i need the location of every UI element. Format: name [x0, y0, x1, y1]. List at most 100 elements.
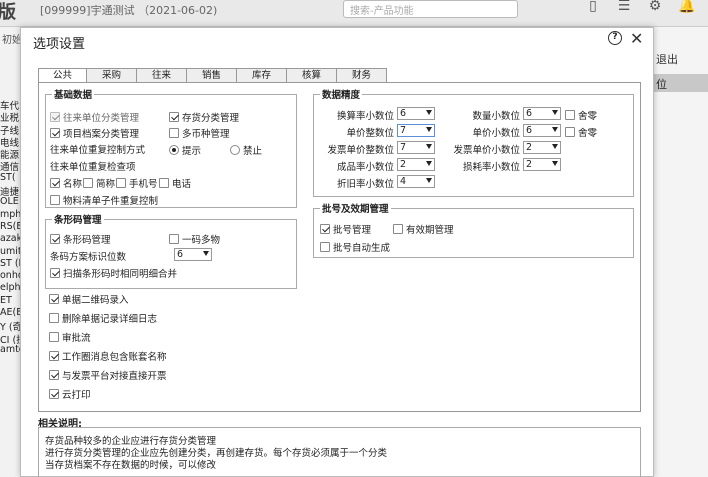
check-phone-option[interactable]: 电话 [159, 176, 191, 190]
options-dialog: 选项设置 ? ✕ 公共 采购 往来 销售 库存 核算 财务 基础数据 往来单位分… [20, 27, 654, 477]
expiry-option[interactable]: 有效期管理 [393, 222, 454, 236]
precision-title: 数据精度 [320, 87, 363, 101]
brand-logo: 版 [0, 2, 16, 23]
yield-value: 2 [400, 159, 407, 170]
yield-select[interactable]: 2 [397, 158, 435, 171]
multi-currency-option[interactable]: 多币种管理 [169, 126, 230, 140]
batch-group: 批号及效期管理 批号管理 有效期管理 批号自动生成 [313, 201, 634, 258]
barcode-group: 条形码管理 条形码管理 一码多物 条码方案标识位数 6 扫描条形码时相同明细合并 [45, 212, 297, 289]
tab-sales[interactable]: 销售 [186, 68, 237, 82]
close-icon[interactable]: ✕ [630, 29, 643, 48]
exit-button[interactable]: 退出 [656, 51, 678, 67]
tab-panel-common: 基础数据 往来单位分类管理 存货分类管理 项目档案分类管理 多币种管理 往来单位… [38, 82, 641, 412]
conv-rate-select[interactable]: 6 [397, 107, 435, 120]
dropdown-arrow-icon [552, 127, 558, 132]
round-price-option[interactable]: 舍零 [565, 125, 597, 139]
workcircle-label: 工作圈消息包含账套名称 [62, 352, 167, 363]
approval-flow-checkbox[interactable] [49, 332, 59, 342]
tab-purchase[interactable]: 采购 [86, 68, 137, 82]
qr-entry-option[interactable]: 单据二维码录入 [49, 292, 129, 306]
one-multi-checkbox[interactable] [169, 234, 179, 244]
check-mobile-checkbox[interactable] [116, 178, 126, 188]
round-qty-option[interactable]: 舍零 [565, 108, 597, 122]
tab-finance[interactable]: 财务 [336, 68, 387, 82]
check-phone-label: 电话 [172, 179, 192, 190]
radio-prompt-option[interactable]: 提示 [169, 143, 201, 157]
delete-log-checkbox[interactable] [49, 313, 59, 323]
tab-common[interactable]: 公共 [38, 68, 87, 83]
check-name-option[interactable]: 名称 [50, 176, 82, 190]
party-category-option[interactable]: 往来单位分类管理 [50, 110, 139, 124]
price-dec-select[interactable]: 6 [523, 124, 561, 137]
help-icon[interactable]: ? [608, 31, 622, 45]
loss-rate-select[interactable]: 2 [523, 158, 561, 171]
tab-accounting[interactable]: 核算 [286, 68, 337, 82]
dup-check-label: 往来单位重复检查项 [50, 162, 136, 173]
conv-rate-label: 换算率小数位 [336, 111, 394, 122]
dropdown-arrow-icon [426, 110, 432, 115]
inv-price-dec-select[interactable]: 2 [523, 141, 561, 154]
tab-bar: 公共 采购 往来 销售 库存 核算 财务 [38, 68, 387, 83]
merge-checkbox[interactable] [50, 268, 60, 278]
merge-option[interactable]: 扫描条形码时相同明细合并 [50, 266, 177, 280]
project-category-checkbox[interactable] [50, 128, 60, 138]
tasks-icon[interactable]: ☰ [616, 0, 632, 14]
qty-dec-value: 6 [526, 108, 533, 119]
workcircle-option[interactable]: 工作圈消息包含账套名称 [49, 349, 167, 363]
batch-mgmt-checkbox[interactable] [320, 224, 330, 234]
check-phone-checkbox[interactable] [159, 178, 169, 188]
multi-currency-checkbox[interactable] [169, 128, 179, 138]
round-qty-checkbox[interactable] [565, 110, 575, 120]
invoice-platform-option[interactable]: 与发票平台对接直接开票 [49, 368, 167, 382]
radio-prompt-label: 提示 [182, 146, 202, 157]
batch-mgmt-option[interactable]: 批号管理 [320, 222, 371, 236]
price-int-select[interactable]: 7 [397, 124, 435, 137]
invoice-platform-checkbox[interactable] [49, 370, 59, 380]
notes-line: 存货品种较多的企业应进行存货分类管理 [45, 436, 217, 447]
phone-icon[interactable]: ▯ [585, 0, 601, 14]
check-short-option[interactable]: 简称 [83, 176, 115, 190]
inv-price-int-select[interactable]: 7 [397, 141, 435, 154]
qty-dec-select[interactable]: 6 [523, 107, 561, 120]
bom-dup-option[interactable]: 物料清单子件重复控制 [50, 193, 158, 207]
inventory-category-option[interactable]: 存货分类管理 [169, 110, 239, 124]
cloud-print-option[interactable]: 云打印 [49, 387, 91, 401]
inventory-category-checkbox[interactable] [169, 112, 179, 122]
cloud-print-checkbox[interactable] [49, 389, 59, 399]
radio-forbid-option[interactable]: 禁止 [230, 143, 262, 157]
tab-inventory[interactable]: 库存 [236, 68, 287, 82]
dropdown-arrow-icon [426, 127, 432, 132]
inv-price-int-label: 发票单价整数位 [327, 145, 394, 156]
one-multi-option[interactable]: 一码多物 [169, 232, 220, 246]
tab-contacts[interactable]: 往来 [136, 68, 187, 82]
party-category-checkbox[interactable] [50, 112, 60, 122]
depr-select[interactable]: 4 [397, 175, 435, 188]
batch-auto-option[interactable]: 批号自动生成 [320, 240, 390, 254]
merge-label: 扫描条形码时相同明细合并 [63, 269, 178, 280]
settings-icon[interactable]: ⚙ [647, 0, 663, 14]
check-name-checkbox[interactable] [50, 178, 60, 188]
id-digits-select[interactable]: 6 [174, 248, 212, 261]
expiry-checkbox[interactable] [393, 224, 403, 234]
project-category-option[interactable]: 项目档案分类管理 [50, 126, 139, 140]
workcircle-checkbox[interactable] [49, 351, 59, 361]
bell-icon[interactable]: 🔔 [678, 0, 695, 14]
qr-entry-checkbox[interactable] [49, 294, 59, 304]
barcode-title: 条形码管理 [52, 212, 104, 226]
radio-forbid[interactable] [230, 145, 240, 155]
dropdown-arrow-icon [203, 251, 209, 256]
precision-group: 数据精度 换算率小数位 6 单价整数位 7 发票单价整数位 7 成品率小数位 2… [313, 87, 634, 197]
approval-flow-option[interactable]: 审批流 [49, 330, 91, 344]
dropdown-arrow-icon [552, 144, 558, 149]
qr-entry-label: 单据二维码录入 [62, 295, 129, 306]
check-short-checkbox[interactable] [83, 178, 93, 188]
barcode-mgmt-checkbox[interactable] [50, 234, 60, 244]
batch-auto-checkbox[interactable] [320, 242, 330, 252]
check-mobile-option[interactable]: 手机号 [116, 176, 158, 190]
search-input[interactable]: 搜索-产品功能 [343, 0, 518, 18]
round-price-checkbox[interactable] [565, 127, 575, 137]
delete-log-option[interactable]: 删除单据记录详细日志 [49, 311, 157, 325]
radio-prompt[interactable] [169, 145, 179, 155]
bom-dup-checkbox[interactable] [50, 195, 60, 205]
barcode-mgmt-option[interactable]: 条形码管理 [50, 232, 111, 246]
